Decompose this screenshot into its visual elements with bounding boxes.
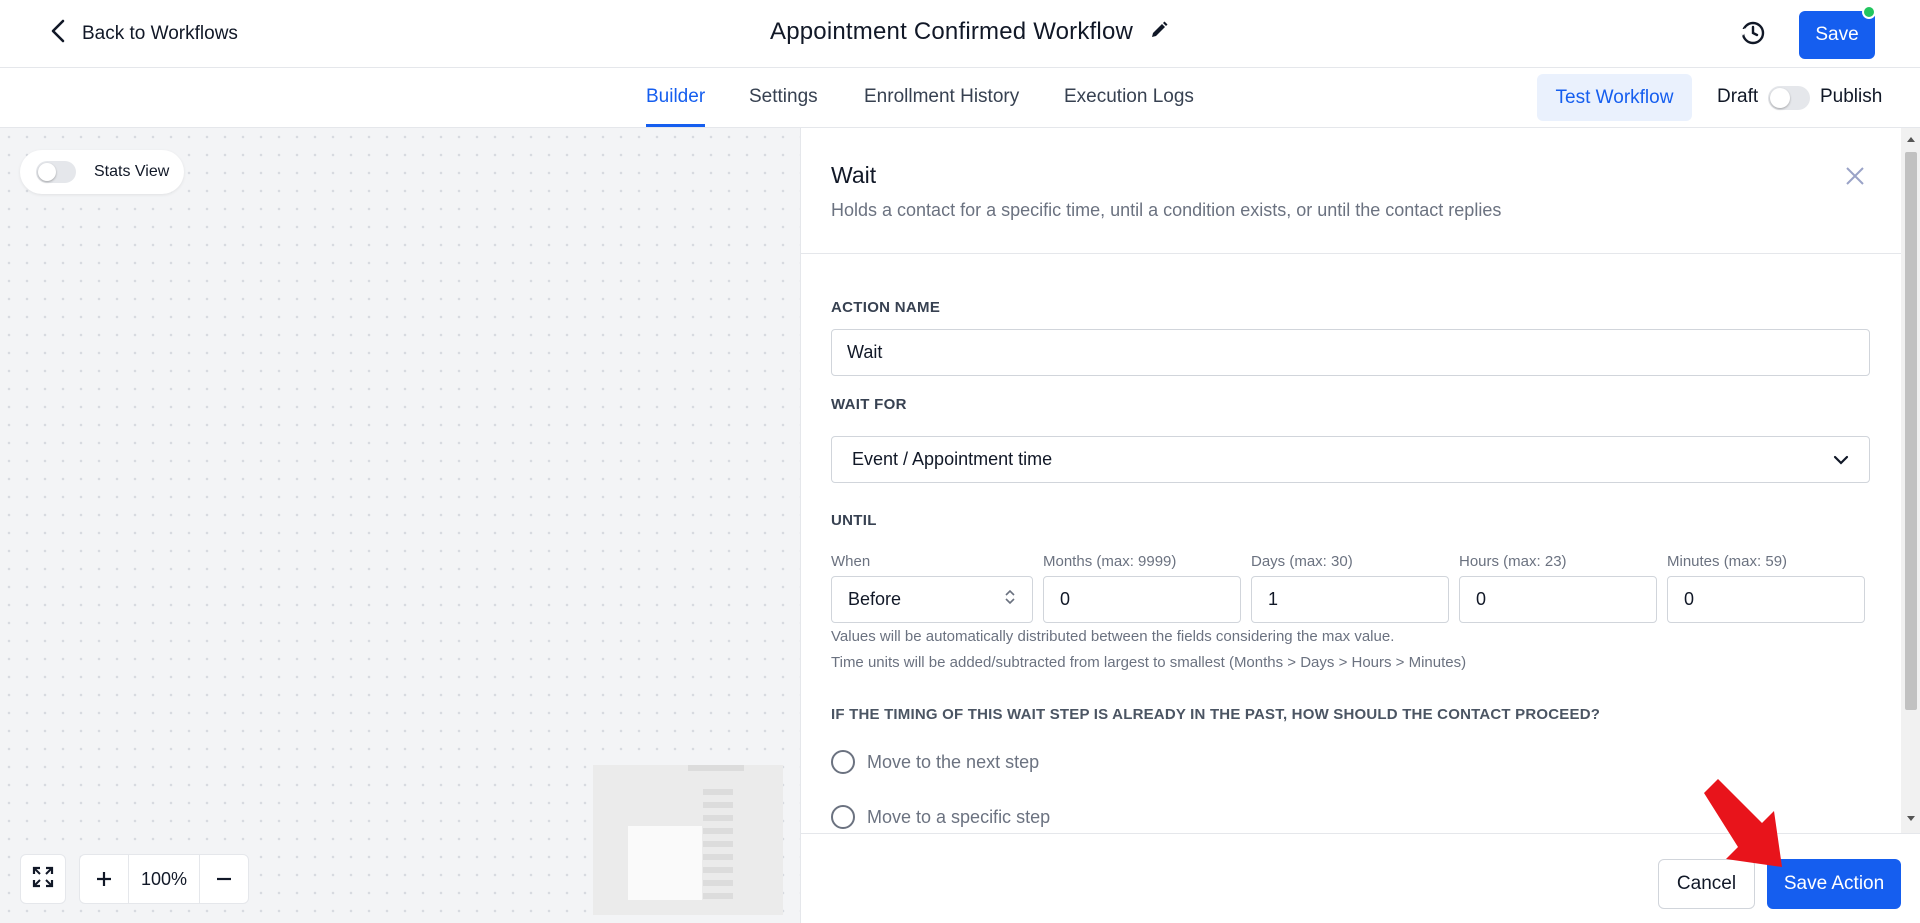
back-label: Back to Workflows (82, 23, 238, 44)
minimap-viewport[interactable] (628, 826, 702, 900)
order-hint: Time units will be added/subtracted from… (831, 654, 1467, 671)
plus-icon (97, 872, 111, 886)
chevron-down-icon (1833, 449, 1849, 470)
tab-bar: Builder Settings Enrollment History Exec… (0, 68, 1920, 128)
when-value: Before (848, 589, 902, 609)
when-select[interactable]: Before (831, 576, 1033, 623)
test-workflow-button[interactable]: Test Workflow (1537, 74, 1692, 121)
workflow-canvas[interactable]: Stats View 100% (0, 128, 800, 923)
days-label: Days (max: 30) (1251, 553, 1353, 570)
publish-label: Publish (1820, 86, 1883, 107)
hours-label: Hours (max: 23) (1459, 553, 1567, 570)
until-label: UNTIL (831, 512, 877, 529)
tab-builder[interactable]: Builder (646, 86, 705, 108)
minimap[interactable] (593, 765, 783, 915)
scroll-down-arrow-icon[interactable] (1905, 814, 1917, 824)
wait-for-select[interactable]: Event / Appointment time (831, 436, 1870, 483)
zoom-out-button[interactable] (200, 855, 248, 903)
wait-for-label: WAIT FOR (831, 396, 907, 413)
tab-execution-logs[interactable]: Execution Logs (1064, 86, 1194, 108)
tab-settings[interactable]: Settings (749, 86, 818, 108)
unsaved-status-dot (1862, 5, 1876, 19)
draft-label: Draft (1717, 86, 1759, 107)
scroll-up-arrow-icon[interactable] (1905, 134, 1917, 144)
past-timing-question: IF THE TIMING OF THIS WAIT STEP IS ALREA… (831, 706, 1601, 723)
top-header: Back to Workflows Appointment Confirmed … (0, 0, 1920, 68)
zoom-level: 100% (128, 855, 200, 903)
radio-button[interactable] (831, 805, 855, 829)
edit-pencil-icon[interactable] (1149, 20, 1169, 45)
history-icon[interactable] (1738, 18, 1768, 48)
minus-icon (217, 877, 231, 881)
close-icon[interactable] (1843, 164, 1867, 188)
fit-to-screen-button[interactable] (20, 854, 66, 904)
tab-enrollment-history[interactable]: Enrollment History (864, 86, 1019, 108)
save-button[interactable]: Save (1799, 11, 1875, 59)
days-input[interactable]: 1 (1251, 576, 1449, 623)
hours-input[interactable]: 0 (1459, 576, 1657, 623)
minutes-input[interactable]: 0 (1667, 576, 1865, 623)
scrollbar-thumb[interactable] (1905, 152, 1917, 710)
sort-arrows-icon (1004, 587, 1016, 612)
minutes-label: Minutes (max: 59) (1667, 553, 1788, 570)
wait-for-value: Event / Appointment time (852, 449, 1053, 469)
stats-view-label: Stats View (94, 163, 170, 180)
radio-button[interactable] (831, 750, 855, 774)
option-next-step[interactable]: Move to the next step (831, 750, 1039, 774)
workflow-title: Appointment Confirmed Workflow (770, 18, 1134, 45)
expand-icon (32, 866, 54, 893)
distribution-hint: Values will be automatically distributed… (831, 628, 1395, 645)
zoom-in-button[interactable] (80, 855, 128, 903)
stats-view-control: Stats View (20, 150, 184, 194)
publish-toggle[interactable] (1768, 86, 1810, 110)
action-name-input[interactable]: Wait (831, 329, 1870, 376)
zoom-controls: 100% (79, 854, 249, 904)
months-label: Months (max: 9999) (1043, 553, 1177, 570)
option-specific-step[interactable]: Move to a specific step (831, 805, 1050, 829)
chevron-left-icon (48, 18, 70, 50)
option-label: Move to a specific step (867, 806, 1051, 827)
panel-header: Wait Holds a contact for a specific time… (801, 128, 1901, 254)
when-label: When (831, 553, 871, 570)
active-tab-indicator (646, 124, 705, 127)
back-to-workflows-link[interactable]: Back to Workflows (48, 18, 238, 50)
annotation-arrow-icon (1704, 779, 1782, 867)
stats-view-toggle[interactable] (36, 161, 76, 183)
action-name-label: ACTION NAME (831, 299, 941, 316)
months-input[interactable]: 0 (1043, 576, 1241, 623)
panel-description: Holds a contact for a specific time, unt… (831, 200, 1502, 220)
panel-title: Wait (831, 162, 877, 188)
option-label: Move to the next step (867, 751, 1040, 772)
